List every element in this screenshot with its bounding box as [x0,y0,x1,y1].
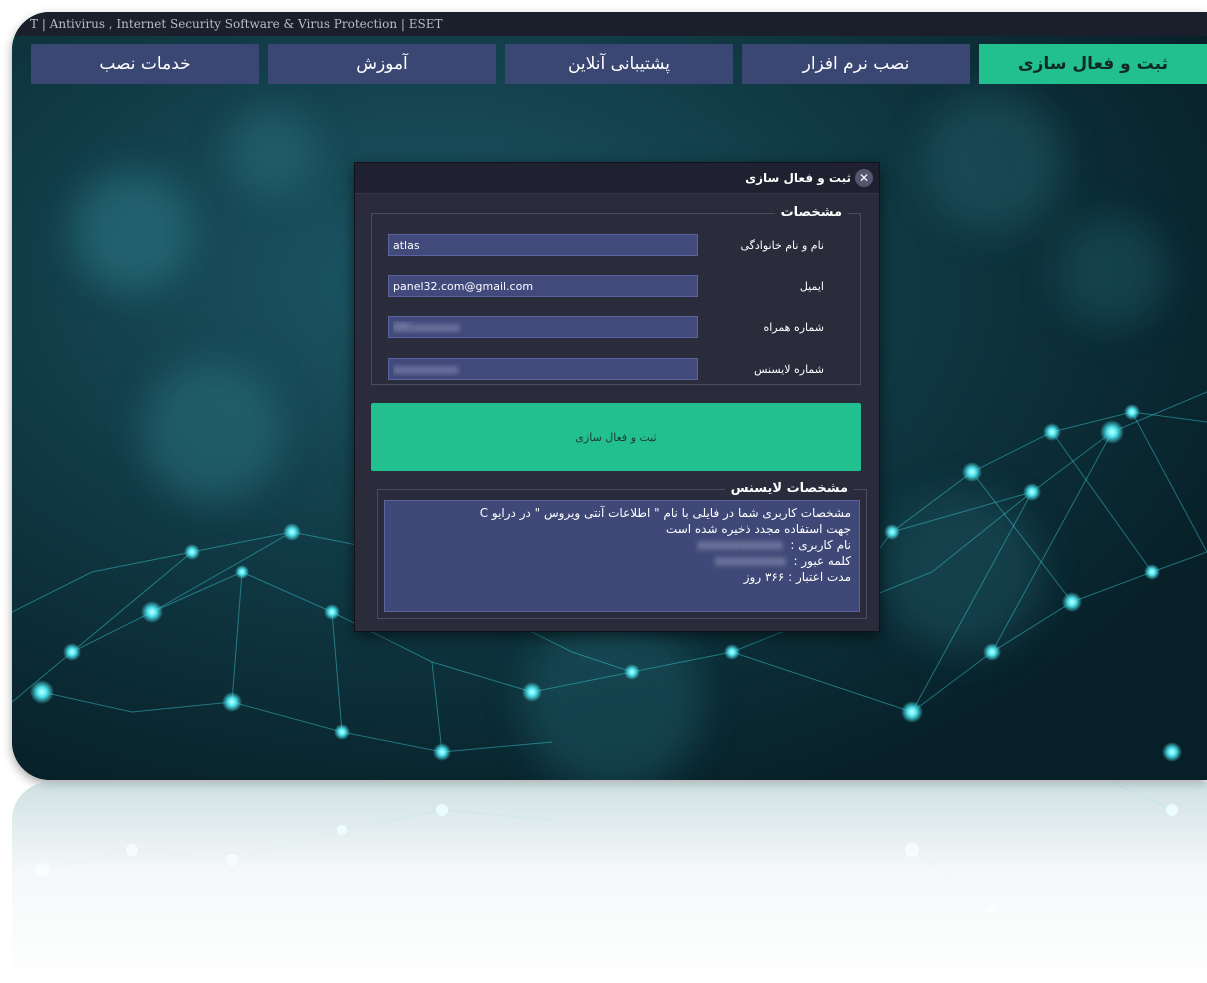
form-row-phone: شماره همراه [372,316,860,340]
user-info-legend: مشخصات [774,205,848,221]
email-input[interactable] [388,275,698,297]
register-dialog: ✕ ثبت و فعال سازی مشخصات نام و نام خانوا… [354,162,880,632]
fullname-input[interactable] [388,234,698,256]
form-row-license-number: شماره لایسنس [372,358,860,382]
app-window: T | Antivirus , Internet Security Softwa… [12,12,1207,780]
license-number-label: شماره لایسنس [754,363,824,376]
email-label: ایمیل [799,280,824,293]
license-info-legend: مشخصات لایسنس [724,481,854,497]
reflection-fade [12,782,1207,983]
license-line-saved: مشخصات کاربری شما در فایلی با نام " اطلا… [479,506,851,520]
register-activate-button[interactable]: ثبت و فعال سازی [371,403,861,471]
license-line-password: کلمه عبور : xxxxxxxxxx [393,553,851,569]
license-line-username: نام کاربری : xxxxxxxxxxxx [393,537,851,553]
window-titlebar: T | Antivirus , Internet Security Softwa… [12,12,1207,36]
phone-label: شماره همراه [763,321,824,334]
license-details-textbox[interactable]: مشخصات کاربری شما در فایلی با نام " اطلا… [384,500,860,612]
password-value: xxxxxxxxxx [714,554,786,568]
window-reflection [12,782,1207,983]
dialog-header: ✕ ثبت و فعال سازی [355,163,879,194]
license-number-input[interactable] [388,358,698,380]
username-value: xxxxxxxxxxxx [697,538,783,552]
form-row-email: ایمیل [372,275,860,299]
screenshot-stage: T | Antivirus , Internet Security Softwa… [0,0,1207,983]
license-line-reuse: جهت استفاده مجدد ذخیره شده است [665,522,851,536]
license-info-group: مشخصات لایسنس مشخصات کاربری شما در فایلی… [377,481,867,619]
license-line-validity: مدت اعتبار : ۳۶۶ روز [743,570,851,584]
dialog-title: ثبت و فعال سازی [745,171,851,185]
tab-installation-services[interactable]: خدمات نصب [31,44,259,84]
tab-install-software[interactable]: نصب نرم افزار [742,44,970,84]
username-label: نام کاربری : [790,538,851,552]
fullname-label: نام و نام خانوادگی [740,239,824,252]
user-info-group: مشخصات نام و نام خانوادگی ایمیل شماره هم… [371,205,861,385]
tab-online-support[interactable]: پشتیبانی آنلاین [505,44,733,84]
phone-input[interactable] [388,316,698,338]
tab-tutorial[interactable]: آموزش [268,44,496,84]
form-row-fullname: نام و نام خانوادگی [372,234,860,258]
password-label: کلمه عبور : [793,554,851,568]
tab-register-activate[interactable]: ثبت و فعال سازی [979,44,1207,84]
close-icon[interactable]: ✕ [855,169,873,187]
main-tabs: ثبت و فعال سازی نصب نرم افزار پشتیبانی آ… [27,44,1207,86]
